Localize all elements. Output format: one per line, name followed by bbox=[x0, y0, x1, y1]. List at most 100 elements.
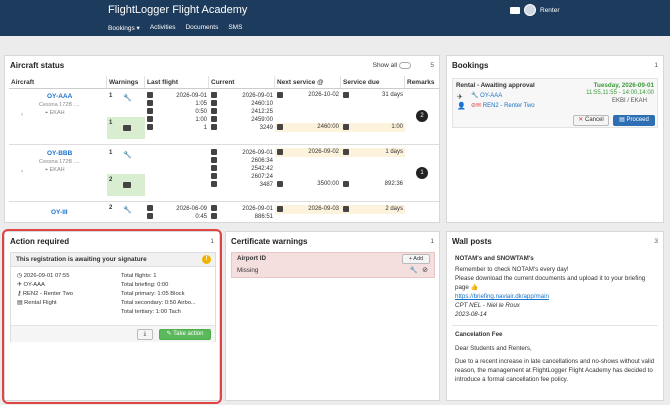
aircraft-type: Cessna 172B .... bbox=[39, 159, 80, 165]
remarks-bubble[interactable]: 2 bbox=[416, 110, 428, 122]
panel-title: Aircraft status bbox=[10, 61, 65, 70]
calendar-icon bbox=[147, 92, 153, 99]
calendar-icon bbox=[211, 149, 217, 156]
table-row[interactable]: OY-III 2 🔧 2026-06-09 0:45 2026-09-01 88… bbox=[9, 203, 439, 222]
nav-documents[interactable]: Documents bbox=[185, 24, 218, 32]
clock-icon bbox=[343, 124, 349, 130]
wrench-icon[interactable]: 🔧 bbox=[410, 266, 418, 274]
warning-count: 1 bbox=[109, 93, 113, 99]
aircraft-base: ⌖ EKAH bbox=[45, 110, 65, 117]
post-line: Dear Students and Renters, bbox=[455, 345, 532, 352]
col-remarks: Remarks bbox=[407, 79, 435, 86]
row-expand-icon[interactable]: › bbox=[21, 169, 23, 175]
post-title: NOTAM's and SNOWTAM's bbox=[455, 255, 534, 262]
plane-icon: ✈ bbox=[457, 94, 463, 101]
mail-icon[interactable] bbox=[510, 6, 520, 14]
col-aircraft: Aircraft bbox=[9, 76, 107, 88]
value: 2607:24 bbox=[251, 174, 273, 180]
calendar-icon bbox=[211, 205, 217, 212]
app-title[interactable]: FlightLogger Flight Academy bbox=[108, 4, 247, 16]
post-date: 2023-08-14 bbox=[455, 311, 487, 318]
calendar-icon bbox=[277, 92, 283, 98]
wrench-icon: 🔧 bbox=[123, 207, 132, 214]
remarks-bubble[interactable]: 1 bbox=[416, 167, 428, 179]
show-all-toggle[interactable]: Show all bbox=[373, 62, 411, 69]
value: 2026-10-02 bbox=[308, 92, 339, 98]
aircraft-link[interactable]: OY-AAA bbox=[480, 93, 502, 99]
aircraft-reg[interactable]: OY-BBB bbox=[47, 150, 72, 157]
next-service-date: 2026-09-03 bbox=[275, 205, 341, 214]
value: 2026-09-01 bbox=[176, 93, 207, 99]
panel-count: 3 bbox=[654, 238, 658, 245]
value: 1 bbox=[203, 125, 207, 131]
panel-count: 1 bbox=[654, 62, 658, 69]
wall-post: Cancelation Fee Dear Students and Renter… bbox=[452, 328, 658, 400]
service-due-days: 2 days bbox=[341, 205, 405, 214]
value: 1:00 bbox=[195, 117, 207, 123]
current-values: 2026-09-01 2606:34 2542:42 2607:24 3487 bbox=[211, 149, 273, 189]
booking-renter[interactable]: ⊘✉ REN2 - Renter Two bbox=[471, 102, 535, 109]
aircraft-reg[interactable]: OY-AAA bbox=[47, 93, 72, 100]
service-due-hours: 1:00 bbox=[341, 123, 405, 132]
toggle-icon[interactable] bbox=[399, 62, 411, 69]
booking-label: Rental - Awaiting approval bbox=[456, 82, 535, 89]
add-button[interactable]: + Add bbox=[402, 254, 430, 264]
block-icon[interactable]: ⊘ bbox=[422, 266, 428, 274]
proceed-button[interactable]: ▤ Proceed bbox=[613, 115, 655, 126]
post-title: Cancelation Fee bbox=[455, 331, 503, 338]
user-name[interactable]: Renter bbox=[540, 7, 560, 14]
base-label: EKAH bbox=[49, 110, 65, 116]
wrench-icon: 🔧 bbox=[471, 93, 479, 99]
renter-link[interactable]: REN2 - Renter Two bbox=[483, 103, 535, 109]
row-expand-icon[interactable]: › bbox=[21, 112, 23, 118]
clock-icon bbox=[211, 108, 217, 115]
booking-aircraft[interactable]: 🔧 OY-AAA bbox=[471, 92, 502, 99]
proceed-icon: ▤ bbox=[619, 117, 625, 123]
highlight-outline bbox=[2, 229, 222, 404]
table-row[interactable]: › OY-AAA Cessna 172B .... ⌖ EKAH 1 🔧 1 2… bbox=[9, 89, 439, 145]
clock-icon bbox=[211, 116, 217, 123]
last-flight-values: 2026-06-09 0:45 bbox=[147, 205, 207, 221]
table-row[interactable]: › OY-BBB Cessna 172B .... ⌖ EKAH 1 🔧 2 2… bbox=[9, 146, 439, 202]
value: 2026-09-01 bbox=[242, 93, 273, 99]
close-icon: ✕ bbox=[578, 117, 584, 123]
top-navbar: FlightLogger Flight Academy Bookings ▾ A… bbox=[0, 0, 670, 36]
clock-icon bbox=[211, 157, 217, 164]
aircraft-reg[interactable]: OY-III bbox=[51, 209, 68, 216]
wrench-icon: 🔧 bbox=[123, 95, 132, 102]
landing-icon bbox=[211, 124, 217, 131]
col-warnings: Warnings bbox=[107, 76, 145, 88]
value: 3249 bbox=[259, 125, 273, 131]
aircraft-type: Cessna 172B .... bbox=[39, 102, 80, 108]
booking-item[interactable]: Rental - Awaiting approval Tuesday, 2026… bbox=[452, 78, 658, 128]
location-icon: ⌖ bbox=[45, 167, 49, 173]
nav-bookings[interactable]: Bookings ▾ bbox=[108, 24, 140, 32]
avatar[interactable] bbox=[524, 4, 536, 16]
warning-box: 2 bbox=[107, 174, 145, 196]
post-link[interactable]: https://briefing.naviair.dk/app/main bbox=[452, 292, 658, 301]
nav-activities[interactable]: Activities bbox=[150, 24, 176, 32]
cancel-button[interactable]: ✕ Cancel bbox=[573, 115, 609, 126]
booking-route: EKBI / EKAH bbox=[611, 98, 647, 104]
value: 2026-09-03 bbox=[308, 206, 339, 212]
booking-date: Tuesday, 2026-09-01 bbox=[593, 82, 654, 89]
value: 2459:00 bbox=[251, 117, 273, 123]
aircraft-base: ⌖ EKAH bbox=[45, 167, 65, 174]
camera-icon bbox=[123, 182, 131, 188]
warning-count: 1 bbox=[109, 150, 113, 156]
show-all-label: Show all bbox=[372, 62, 398, 70]
person-icon: 👤 bbox=[457, 103, 466, 110]
value: 31 days bbox=[381, 92, 403, 98]
clock-icon bbox=[147, 116, 153, 123]
post-line: Please download the current documents an… bbox=[455, 275, 646, 291]
next-service-hours: 3500:00 bbox=[277, 181, 339, 188]
clock-icon bbox=[343, 181, 349, 187]
value: 892:36 bbox=[384, 181, 403, 187]
calendar-icon bbox=[147, 205, 153, 212]
service-due-hours: 892:36 bbox=[343, 181, 403, 188]
value: 2542:42 bbox=[251, 166, 273, 172]
landing-icon bbox=[211, 181, 217, 188]
nav-sms[interactable]: SMS bbox=[228, 24, 242, 32]
aircraft-status-panel: Aircraft status Show all 5 Aircraft Warn… bbox=[4, 55, 440, 223]
user-menu[interactable]: Renter bbox=[510, 4, 560, 16]
